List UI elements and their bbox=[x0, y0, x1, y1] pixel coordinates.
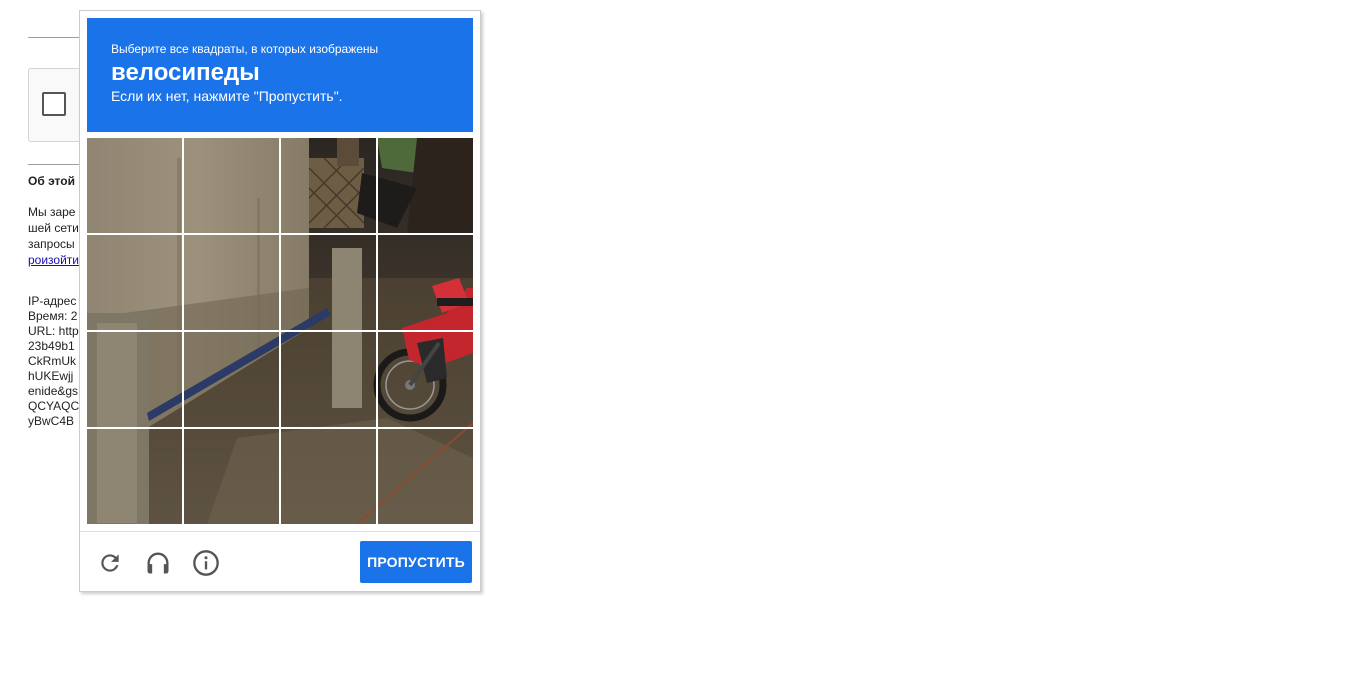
instruction-text: Выберите все квадраты, в которых изображ… bbox=[111, 42, 379, 56]
image-tile[interactable] bbox=[378, 429, 473, 524]
info-line: QCYAQC bbox=[28, 399, 80, 413]
tile-grid bbox=[87, 138, 473, 524]
paragraph-link[interactable]: роизойти bbox=[28, 252, 79, 268]
image-tile[interactable] bbox=[378, 138, 473, 233]
challenge-image-grid bbox=[87, 138, 473, 524]
info-line: enide&gs bbox=[28, 384, 79, 398]
instruction-note: Если их нет, нажмите "Пропустить". bbox=[111, 88, 343, 104]
info-line: yBwC4B bbox=[28, 414, 75, 428]
headphones-icon[interactable] bbox=[142, 547, 174, 579]
reload-icon[interactable] bbox=[94, 547, 126, 579]
image-tile[interactable] bbox=[87, 429, 182, 524]
info-icon bbox=[193, 550, 219, 576]
about-paragraph: Мы заре шей сети запросы роизойти bbox=[28, 204, 79, 268]
info-line: URL: http bbox=[28, 324, 79, 338]
footer-divider bbox=[80, 531, 480, 532]
image-tile[interactable] bbox=[378, 332, 473, 427]
image-tile[interactable] bbox=[281, 429, 376, 524]
info-line: CkRmUk bbox=[28, 354, 76, 368]
image-tile[interactable] bbox=[87, 235, 182, 330]
info-line: Время: 2 bbox=[28, 309, 78, 323]
info-line: IP-адрес bbox=[28, 294, 77, 308]
image-tile[interactable] bbox=[184, 429, 279, 524]
instruction-object: велосипеды bbox=[111, 59, 260, 86]
image-tile[interactable] bbox=[281, 138, 376, 233]
image-tile[interactable] bbox=[184, 138, 279, 233]
request-info: IP-адрес Время: 2 URL: http 23b49b1 CkRm… bbox=[28, 294, 79, 429]
info-line: hUKEwjj bbox=[28, 369, 74, 383]
recaptcha-challenge: Выберите все квадраты, в которых изображ… bbox=[79, 10, 481, 592]
skip-button[interactable]: ПРОПУСТИТЬ bbox=[360, 541, 472, 583]
image-tile[interactable] bbox=[184, 235, 279, 330]
challenge-instructions: Выберите все квадраты, в которых изображ… bbox=[87, 18, 473, 132]
paragraph-line: Мы заре bbox=[28, 205, 76, 219]
paragraph-line: шей сети bbox=[28, 221, 79, 235]
info-icon[interactable] bbox=[190, 547, 222, 579]
image-tile[interactable] bbox=[87, 332, 182, 427]
image-tile[interactable] bbox=[378, 235, 473, 330]
headphones-icon bbox=[147, 552, 169, 574]
image-tile[interactable] bbox=[281, 332, 376, 427]
about-page-title: Об этой bbox=[28, 174, 75, 188]
image-tile[interactable] bbox=[184, 332, 279, 427]
image-tile[interactable] bbox=[87, 138, 182, 233]
paragraph-line: запросы bbox=[28, 237, 75, 251]
reload-icon bbox=[101, 554, 119, 572]
recaptcha-checkbox[interactable] bbox=[42, 92, 66, 116]
image-tile[interactable] bbox=[281, 235, 376, 330]
info-line: 23b49b1 bbox=[28, 339, 75, 353]
